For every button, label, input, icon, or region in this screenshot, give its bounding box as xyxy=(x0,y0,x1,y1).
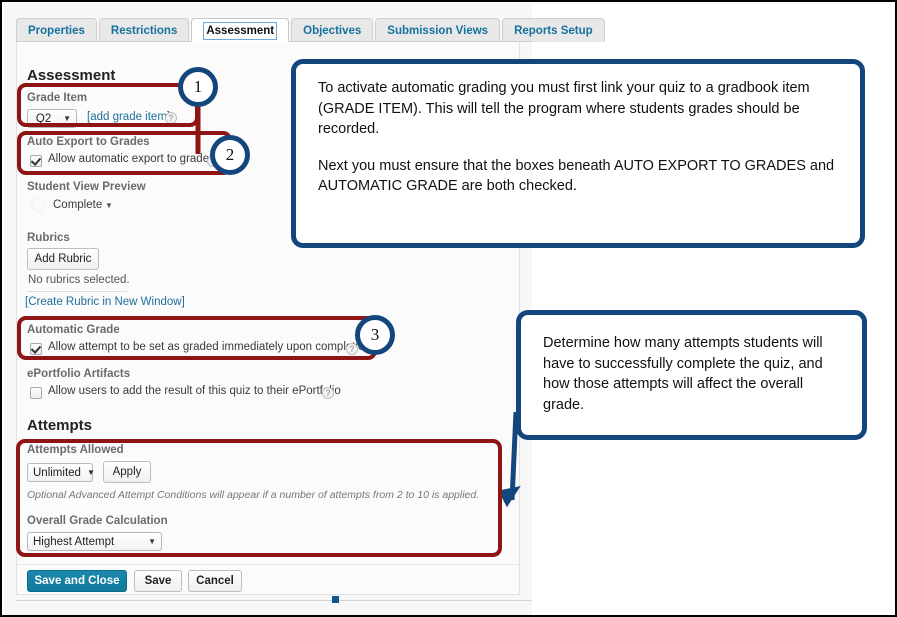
student-view-preview-value[interactable]: Complete xyxy=(53,199,102,211)
assessment-heading: Assessment xyxy=(27,67,116,84)
apply-button[interactable]: Apply xyxy=(103,461,151,483)
tab-reports-setup[interactable]: Reports Setup xyxy=(502,18,605,42)
help-icon-grade-item[interactable]: ? xyxy=(165,112,177,124)
help-icon-automatic-grade[interactable]: ? xyxy=(346,343,358,355)
tab-assessment-label: Assessment xyxy=(203,22,278,40)
save-and-close-button[interactable]: Save and Close xyxy=(27,570,127,592)
horizontal-scrollbar-thumb[interactable] xyxy=(332,596,339,603)
no-rubrics-text: No rubrics selected. xyxy=(28,274,130,286)
form-action-bar: Save and Close Save Cancel xyxy=(16,564,520,595)
overall-grade-calculation-label: Overall Grade Calculation xyxy=(27,515,168,527)
rubrics-label: Rubrics xyxy=(27,232,70,244)
tab-restrictions[interactable]: Restrictions xyxy=(98,18,190,42)
tab-reports-setup-label: Reports Setup xyxy=(514,25,593,37)
quiz-editor-window: Properties Restrictions Assessment Objec… xyxy=(4,4,605,615)
attempts-heading: Attempts xyxy=(27,417,93,434)
help-icon-auto-export[interactable]: ? xyxy=(207,155,219,167)
tab-restrictions-label: Restrictions xyxy=(110,25,178,37)
attempts-allowed-selected-value: Unlimited xyxy=(33,466,81,479)
auto-export-label: Auto Export to Grades xyxy=(27,136,150,148)
tab-properties-label: Properties xyxy=(28,25,85,37)
automatic-grade-label: Automatic Grade xyxy=(27,324,120,336)
tab-strip: Properties Restrictions Assessment Objec… xyxy=(16,16,605,42)
grade-item-selected-value: Q2 xyxy=(35,112,52,125)
eportfolio-label: ePortfolio Artifacts xyxy=(27,368,131,380)
save-button[interactable]: Save xyxy=(134,570,182,592)
quiz-editor-body: Properties Restrictions Assessment Objec… xyxy=(4,4,605,615)
grade-item-label: Grade Item xyxy=(27,92,88,104)
eportfolio-checkbox[interactable] xyxy=(30,387,42,399)
tab-submission-views[interactable]: Submission Views xyxy=(375,18,501,42)
chevron-down-icon: ▼ xyxy=(63,114,71,123)
rubrics-divider xyxy=(27,291,127,292)
add-rubric-button[interactable]: Add Rubric xyxy=(27,248,99,270)
horizontal-scrollbar-track[interactable] xyxy=(16,600,532,601)
add-grade-item-link[interactable]: [add grade item] xyxy=(87,111,170,123)
auto-export-checkbox-label[interactable]: Allow automatic export to grades xyxy=(48,153,215,165)
attempts-note: Optional Advanced Attempt Conditions wil… xyxy=(27,489,480,501)
grade-item-select[interactable]: Q2 ▼ xyxy=(27,109,77,128)
chevron-down-icon-attempts: ▼ xyxy=(86,468,95,477)
automatic-grade-checkbox-label[interactable]: Allow attempt to be set as graded immedi… xyxy=(48,341,371,353)
eportfolio-checkbox-label[interactable]: Allow users to add the result of this qu… xyxy=(48,385,341,397)
attempts-allowed-select[interactable]: Unlimited ▼ xyxy=(27,463,95,482)
tab-submission-views-label: Submission Views xyxy=(387,25,489,37)
cancel-button[interactable]: Cancel xyxy=(188,570,242,592)
tab-objectives[interactable]: Objectives xyxy=(291,18,374,42)
student-view-preview-label: Student View Preview xyxy=(27,181,146,193)
chevron-down-icon-overall-grade: ▼ xyxy=(148,537,156,546)
attempts-allowed-label: Attempts Allowed xyxy=(27,444,124,456)
callout-bottom-paragraph-1: Determine how many attempts students wil… xyxy=(543,335,823,413)
tab-properties[interactable]: Properties xyxy=(16,18,97,42)
auto-export-checkbox[interactable] xyxy=(30,155,42,167)
chevron-down-icon-student-view[interactable]: ▼ xyxy=(105,201,113,210)
automatic-grade-checkbox[interactable] xyxy=(30,343,42,355)
tab-objectives-label: Objectives xyxy=(303,25,362,37)
assessment-panel: Assessment Grade Item Q2 ▼ [add grade it… xyxy=(16,42,520,595)
overall-grade-selected-value: Highest Attempt xyxy=(33,535,115,548)
create-rubric-link[interactable]: [Create Rubric in New Window] xyxy=(25,296,185,308)
screenshot-root: Properties Restrictions Assessment Objec… xyxy=(0,0,897,617)
callout-attempts-instructions: Determine how many attempts students wil… xyxy=(516,310,867,440)
tab-assessment[interactable]: Assessment xyxy=(191,18,290,42)
student-view-preview-toggle[interactable] xyxy=(31,198,45,212)
overall-grade-calculation-select[interactable]: Highest Attempt ▼ xyxy=(27,532,162,551)
help-icon-eportfolio[interactable]: ? xyxy=(322,387,334,399)
